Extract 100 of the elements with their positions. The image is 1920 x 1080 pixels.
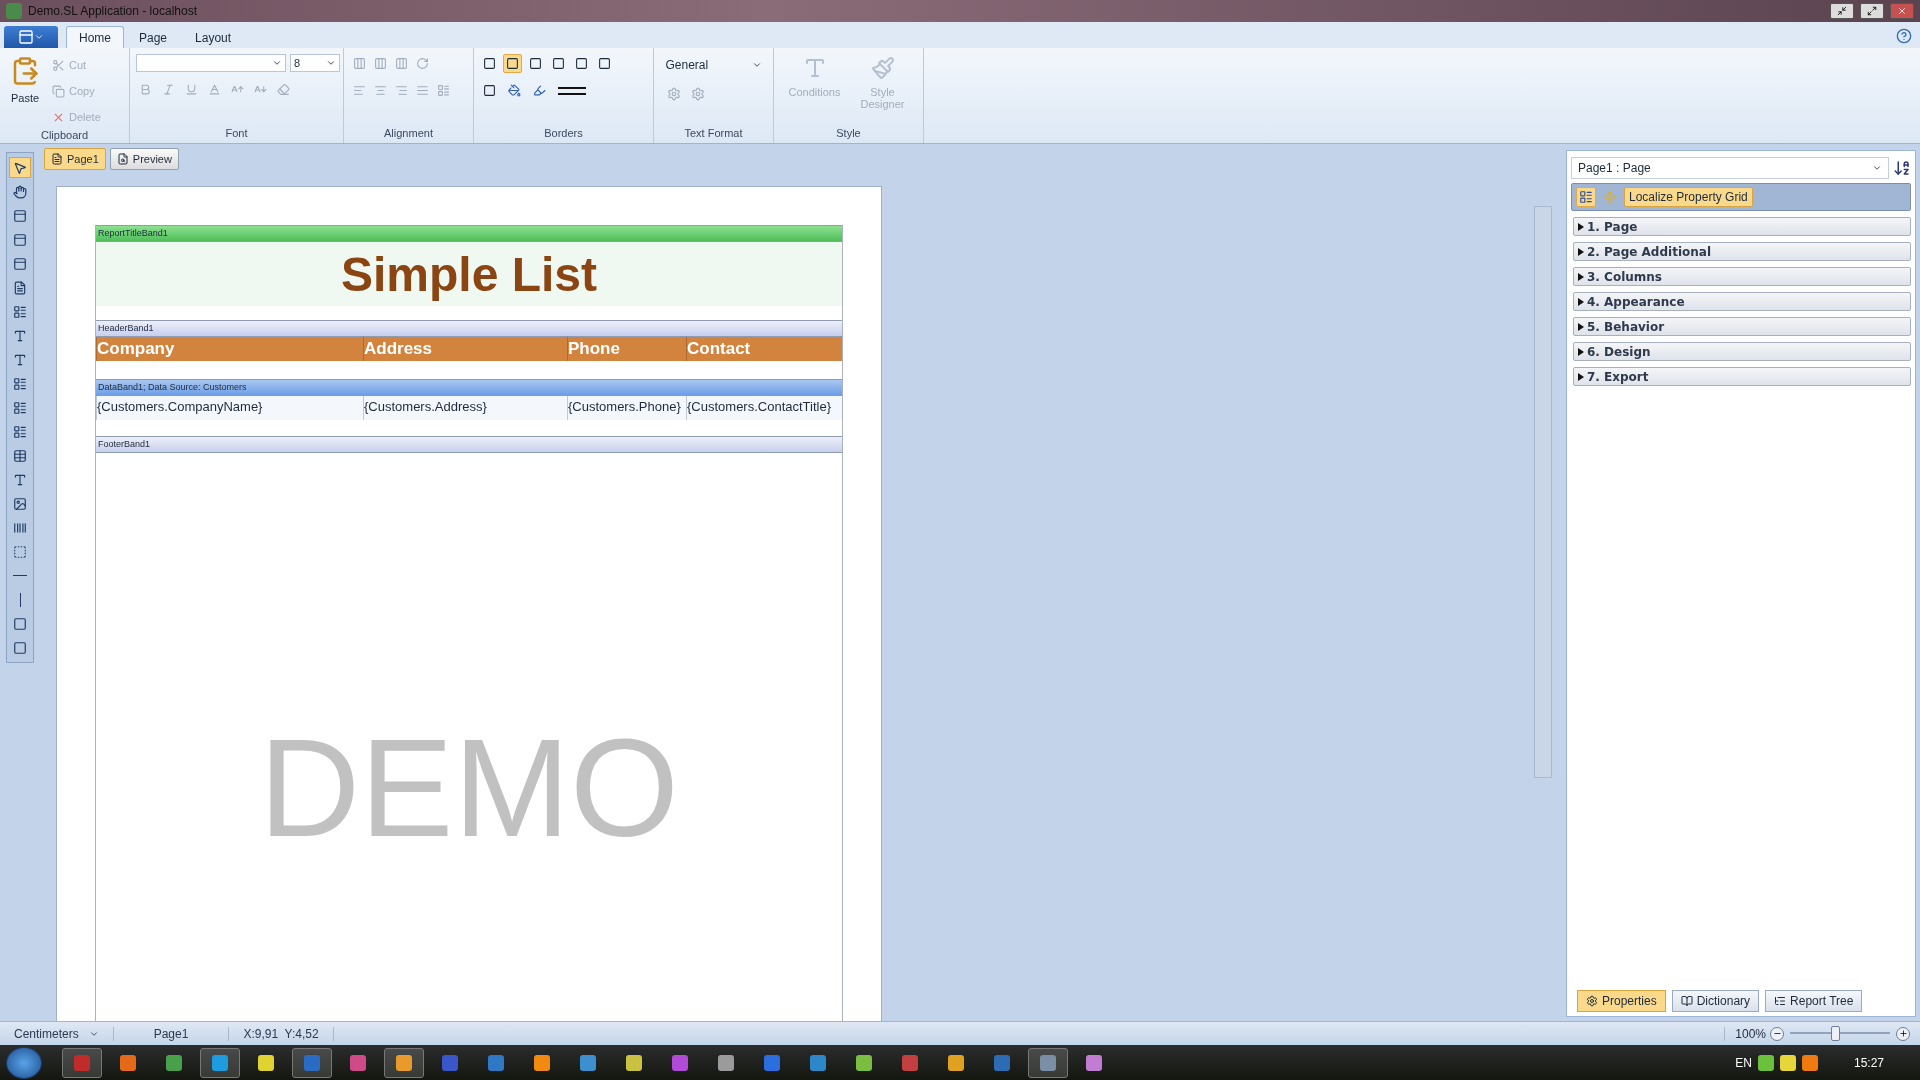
clock[interactable]: 15:27 — [1853, 1055, 1884, 1070]
gear-icon — [666, 87, 681, 101]
app-icon — [212, 1054, 228, 1071]
pointer-icon — [13, 160, 27, 175]
border-icon — [506, 57, 519, 70]
app-icon — [994, 1054, 1010, 1071]
property-category[interactable]: 1. Page — [1573, 217, 1911, 236]
property-category[interactable]: 4. Appearance — [1573, 292, 1911, 311]
paste-button[interactable]: Paste — [6, 54, 44, 128]
app-icon — [6, 3, 22, 19]
group-label: Style — [835, 126, 862, 141]
language-indicator[interactable]: EN — [1735, 1055, 1752, 1070]
minimize-button[interactable] — [1830, 3, 1854, 19]
property-category[interactable]: 5. Behavior — [1573, 317, 1911, 336]
categorized-button[interactable] — [1576, 187, 1596, 207]
gear-icon — [690, 87, 705, 101]
band-icon — [13, 208, 27, 223]
data-field-text[interactable]: {Customers.CompanyName} — [96, 396, 363, 420]
dropdown-icon — [326, 58, 336, 68]
font-size-field[interactable]: 8 — [290, 54, 340, 72]
taskbar-app-button[interactable] — [200, 1047, 240, 1078]
designer-tab[interactable]: Preview — [109, 148, 179, 170]
align-left-icon — [353, 84, 366, 97]
band-header[interactable]: DataBand1; Data Source: Customers — [96, 379, 842, 396]
app-icon — [672, 1054, 688, 1071]
align-justify-icon — [416, 84, 429, 97]
data-field-text[interactable]: {Customers.ContactTitle} — [686, 396, 842, 420]
border-icon — [529, 57, 542, 70]
units-dropdown[interactable]: Centimeters — [0, 1026, 114, 1041]
app-icon — [718, 1054, 734, 1071]
zoom-out-button[interactable] — [1770, 1026, 1784, 1041]
help-icon[interactable] — [1896, 28, 1912, 44]
rounded-rectangle-icon — [13, 640, 27, 655]
panel-tab[interactable]: Properties — [1577, 990, 1666, 1012]
band-icon — [13, 232, 27, 247]
app-icon — [350, 1054, 366, 1071]
band-icon — [13, 256, 27, 271]
barcode-icon — [13, 520, 27, 535]
rotate-icon — [416, 57, 429, 70]
cursor-position: X:9,91 Y:4,52 — [229, 1026, 334, 1041]
group-label: Alignment — [383, 126, 434, 141]
line-style-icon — [558, 86, 586, 95]
app-icon — [902, 1054, 918, 1071]
underline-icon — [185, 83, 198, 96]
taskbar-app-button[interactable] — [384, 1047, 424, 1078]
localize-button[interactable]: Localize Property Grid — [1624, 187, 1753, 207]
application-menu-button[interactable] — [4, 26, 58, 48]
zoom-percent: 100% — [1724, 1026, 1770, 1041]
watermark-text: DEMO — [258, 708, 680, 868]
app-icon — [626, 1054, 642, 1071]
ribbon-tab[interactable]: Home — [66, 26, 124, 48]
object-selector[interactable]: Page1 : Page — [1571, 157, 1889, 179]
designer-tab[interactable]: Page1 — [44, 148, 106, 170]
band-header[interactable]: FooterBand1 — [96, 436, 842, 453]
app-icon — [304, 1054, 320, 1071]
italic-icon — [162, 83, 175, 96]
ribbon-tab[interactable]: Layout — [182, 26, 245, 48]
border-icon — [575, 57, 588, 70]
zoom-in-button[interactable] — [1896, 1026, 1910, 1041]
panel-tab[interactable]: Dictionary — [1671, 990, 1760, 1012]
property-category[interactable]: 3. Columns — [1573, 267, 1911, 286]
text-icon — [13, 328, 27, 343]
data-field-text[interactable]: {Customers.Address} — [363, 396, 567, 420]
property-category[interactable]: 2. Page Additional — [1573, 242, 1911, 261]
tray-icon[interactable] — [1801, 1054, 1818, 1071]
property-category[interactable]: 6. Design — [1573, 342, 1911, 361]
start-button[interactable] — [6, 1046, 42, 1079]
ribbon-tab[interactable]: Page — [126, 26, 181, 48]
window-title: Demo.SL Application - localhost — [28, 4, 198, 18]
panel-tab[interactable]: Report Tree — [1765, 990, 1863, 1012]
app-icon — [442, 1054, 458, 1071]
border-button[interactable] — [503, 54, 522, 73]
sort-icon[interactable] — [1893, 159, 1911, 177]
toolbox-button[interactable] — [9, 157, 31, 178]
page-icon — [13, 280, 27, 295]
close-icon — [1897, 6, 1907, 16]
format-dropdown[interactable]: General — [663, 54, 764, 76]
dropdown-icon — [272, 58, 282, 68]
tray-icon[interactable] — [1757, 1054, 1774, 1071]
app-icon — [488, 1054, 504, 1071]
rectangle-icon — [13, 616, 27, 631]
app-icon — [74, 1054, 90, 1071]
page-icon — [51, 153, 63, 165]
dashed-square-icon — [13, 544, 27, 559]
band-header[interactable]: HeaderBand1 — [96, 320, 842, 337]
tray-icon[interactable] — [1779, 1054, 1796, 1071]
vertical-scrollbar[interactable] — [1534, 206, 1552, 778]
data-field-text[interactable]: {Customers.Phone} — [567, 396, 686, 420]
band-header[interactable]: ReportTitleBand1 — [96, 225, 842, 242]
maximize-button[interactable] — [1860, 3, 1884, 19]
property-category[interactable]: 7. Export — [1573, 367, 1911, 386]
list-icon — [1579, 190, 1593, 204]
close-button[interactable] — [1890, 3, 1914, 19]
group-label: Clipboard — [39, 128, 90, 143]
book-icon — [1680, 995, 1693, 1007]
border-icon — [598, 57, 611, 70]
border-icon — [552, 57, 565, 70]
scissors-icon — [52, 58, 65, 72]
font-name-field[interactable] — [136, 54, 286, 72]
plus-icon — [1898, 1029, 1908, 1038]
